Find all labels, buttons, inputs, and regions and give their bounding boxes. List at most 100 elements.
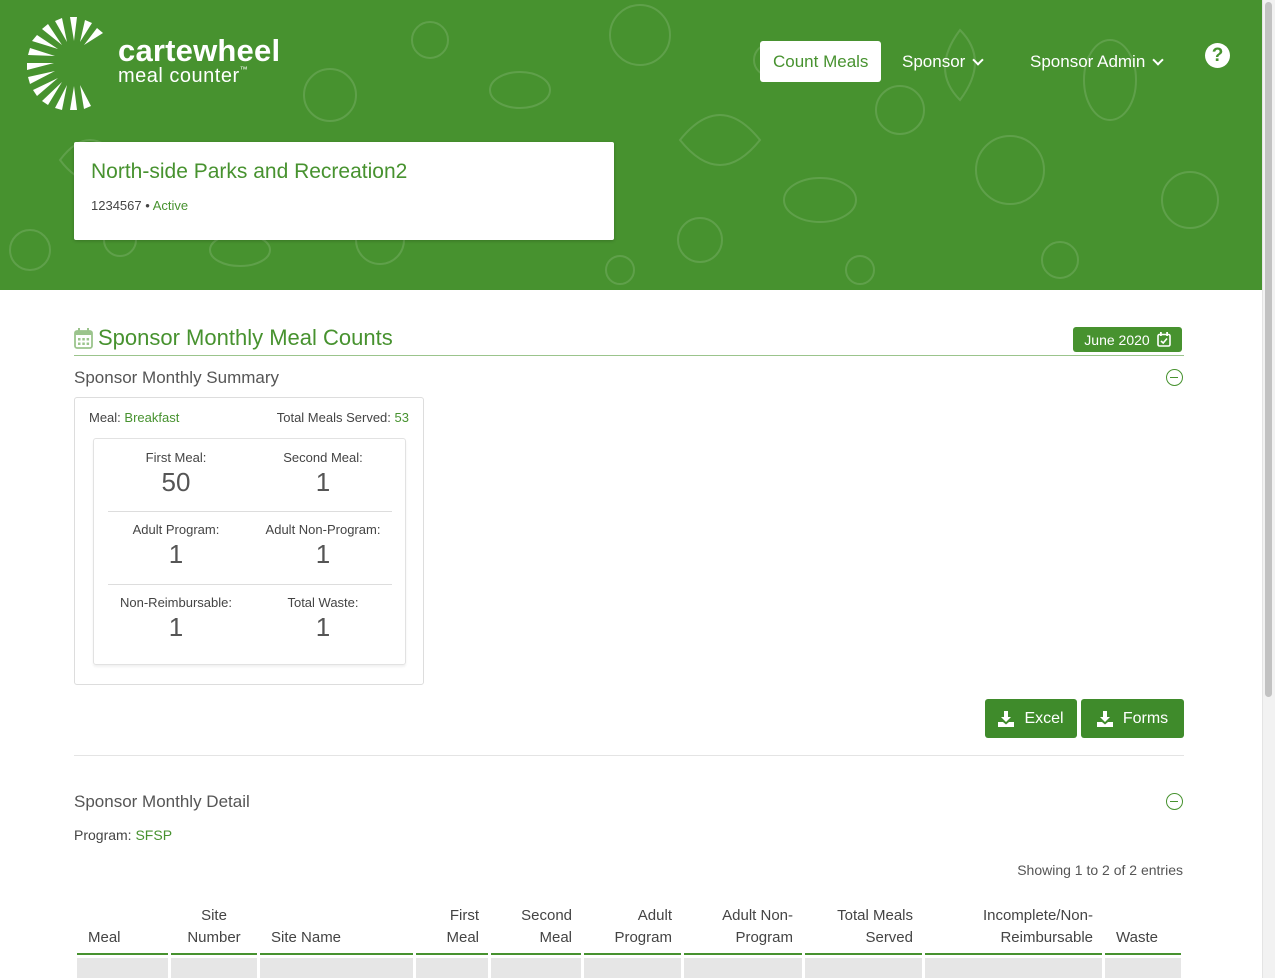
col-site-name[interactable]: Site Name [260, 893, 413, 955]
col-incomplete-non-reimbursable[interactable]: Incomplete/Non- Reimbursable [925, 893, 1102, 955]
excel-export-button[interactable]: Excel [985, 699, 1077, 738]
cell-divider [257, 958, 260, 978]
summary-meal: Meal: Breakfast [89, 410, 179, 425]
top-nav: Count Meals Sponsor Sponsor Admin [760, 41, 1164, 82]
sponsor-org-meta: 1234567 • Active [91, 198, 188, 213]
total-label: Total Meals Served: [276, 410, 391, 425]
stat-second-meal: Second Meal: 1 [248, 450, 398, 498]
stat-value: 1 [168, 612, 184, 642]
col-label: Site [201, 907, 227, 924]
nav-sponsor-admin-dropdown[interactable]: Sponsor Admin [1030, 52, 1164, 72]
col-adult-program[interactable]: Adult Program [584, 893, 681, 955]
header-banner: cartewheel meal counter™ Count Meals Spo… [0, 0, 1262, 290]
col-label: Adult [637, 907, 672, 924]
nav-sponsor-label: Sponsor [902, 52, 966, 71]
logo-name: cartewheel [118, 33, 281, 68]
scrollbar-thumb[interactable] [1265, 2, 1272, 697]
stat-value: 1 [168, 539, 184, 569]
col-label-2: Program [614, 929, 672, 946]
col-label-2: Served [865, 929, 913, 946]
col-site-number[interactable]: Site Number [171, 893, 257, 955]
stat-label: First Meal: [145, 450, 207, 465]
cell-divider [581, 958, 584, 978]
meal-stats-panel: First Meal: 50 Second Meal: 1 Adult Prog… [93, 438, 406, 665]
col-waste[interactable]: Waste [1105, 893, 1181, 955]
col-label: Second [521, 907, 572, 924]
logo-tagline-text: meal counter [118, 65, 240, 87]
col-label: Total Meals [837, 907, 913, 924]
stat-adult-non-program: Adult Non-Program: 1 [248, 522, 398, 570]
nav-sponsor-dropdown[interactable]: Sponsor [902, 52, 984, 72]
sponsor-status: Active [152, 198, 189, 213]
nav-count-meals[interactable]: Count Meals [760, 41, 882, 82]
stat-value: 50 [161, 467, 191, 497]
stat-label: Adult Program: [132, 522, 220, 537]
summary-total: Total Meals Served: 53 [277, 410, 409, 425]
col-adult-non-program[interactable]: Adult Non- Program [684, 893, 802, 955]
stat-label: Non-Reimbursable: [120, 595, 232, 610]
stat-label: Adult Non-Program: [265, 522, 381, 537]
col-label: Waste [1116, 929, 1158, 946]
meal-label: Meal: [89, 410, 121, 425]
collapse-detail-icon[interactable] [1166, 793, 1183, 810]
month-picker-button[interactable]: June 2020 [1073, 327, 1182, 352]
summary-heading: Sponsor Monthly Summary [74, 368, 280, 387]
cell-divider [681, 958, 684, 978]
stat-value: 1 [315, 539, 331, 569]
section-divider [74, 755, 1184, 756]
col-label: Meal [88, 929, 121, 946]
stat-value: 1 [315, 467, 331, 497]
col-second-meal[interactable]: Second Meal [491, 893, 581, 955]
col-label: Site Name [271, 929, 342, 946]
cell-divider [802, 958, 805, 978]
col-label-2: Reimbursable [1000, 929, 1093, 946]
cartewheel-logo[interactable]: cartewheel meal counter™ [27, 15, 297, 111]
sponsor-org-card: North-side Parks and Recreation2 1234567… [74, 142, 614, 240]
stat-first-meal: First Meal: 50 [101, 450, 251, 498]
col-label: Incomplete/Non- [982, 907, 1093, 924]
col-label-2: Meal [446, 929, 479, 946]
stat-label: Total Waste: [287, 595, 359, 610]
calendar-icon [74, 327, 93, 349]
col-total-meals-served[interactable]: Total Meals Served [805, 893, 922, 955]
nav-sponsor-admin-label: Sponsor Admin [1030, 52, 1146, 71]
entries-info: Showing 1 to 2 of 2 entries [1017, 862, 1183, 878]
program-filter: Program: SFSP [74, 827, 172, 843]
summary-card: Meal: Breakfast Total Meals Served: 53 F… [74, 397, 424, 685]
download-icon [998, 710, 1015, 727]
meal-value: Breakfast [124, 410, 180, 425]
stats-divider [108, 511, 392, 512]
excel-label: Excel [1024, 709, 1064, 727]
stat-non-reimbursable: Non-Reimbursable: 1 [101, 595, 251, 643]
cartewheel-logo-mark [27, 17, 103, 110]
stat-value: 1 [315, 612, 331, 642]
title-divider [74, 355, 1184, 356]
sponsor-org-id: 1234567 [91, 198, 142, 213]
page-title: Sponsor Monthly Meal Counts [74, 325, 393, 351]
cell-divider [168, 958, 171, 978]
help-icon[interactable]: ? [1205, 43, 1230, 68]
page-title-text: Sponsor Monthly Meal Counts [98, 325, 393, 350]
sponsor-org-name: North-side Parks and Recreation2 [91, 160, 408, 183]
detail-heading: Sponsor Monthly Detail [74, 792, 250, 811]
col-label-2: Number [187, 929, 241, 946]
col-label: Adult Non- [722, 907, 793, 924]
col-first-meal[interactable]: First Meal [416, 893, 488, 955]
logo-tagline: meal counter™ [118, 65, 248, 88]
table-row[interactable] [77, 958, 1181, 978]
trademark-symbol: ™ [239, 65, 249, 74]
stat-label: Second Meal: [283, 450, 363, 465]
forms-label: Forms [1122, 709, 1169, 727]
stat-adult-program: Adult Program: 1 [101, 522, 251, 570]
forms-export-button[interactable]: Forms [1081, 699, 1184, 738]
cell-divider [1102, 958, 1105, 978]
col-label: First [449, 907, 479, 924]
cell-divider [488, 958, 491, 978]
col-label-2: Meal [539, 929, 572, 946]
vertical-scrollbar[interactable] [1262, 0, 1275, 978]
calendar-check-icon [1156, 332, 1171, 347]
col-meal[interactable]: Meal [77, 893, 168, 955]
month-label: June 2020 [1084, 331, 1150, 348]
collapse-summary-icon[interactable] [1166, 369, 1183, 386]
program-label: Program: [74, 827, 132, 843]
